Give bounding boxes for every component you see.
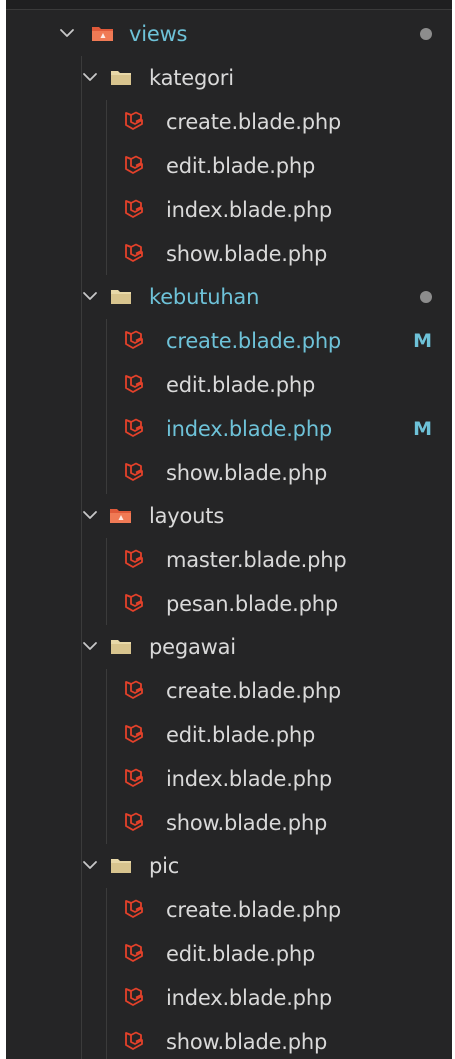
chevron-down-icon[interactable] xyxy=(81,856,99,874)
file-explorer-panel: views kategori create.blade.php edit.bla… xyxy=(6,0,452,1059)
folder-label: layouts xyxy=(149,504,225,528)
folder-label: views xyxy=(129,22,188,46)
laravel-blade-icon xyxy=(122,897,146,921)
file-item[interactable]: edit.blade.php xyxy=(6,713,452,757)
laravel-blade-icon xyxy=(122,1029,146,1053)
folder-icon xyxy=(109,636,133,656)
laravel-blade-icon xyxy=(122,766,146,790)
file-label: pesan.blade.php xyxy=(166,592,338,616)
file-item[interactable]: edit.blade.php xyxy=(6,932,452,976)
folder-pic[interactable]: pic xyxy=(6,844,452,888)
laravel-blade-icon xyxy=(122,241,146,265)
laravel-blade-icon xyxy=(122,547,146,571)
chevron-down-icon[interactable] xyxy=(81,287,99,305)
file-item[interactable]: create.blade.php M xyxy=(6,319,452,363)
file-item[interactable]: show.blade.php xyxy=(6,1020,452,1059)
laravel-blade-icon xyxy=(122,591,146,615)
chevron-down-icon[interactable] xyxy=(81,68,99,86)
laravel-blade-icon xyxy=(122,153,146,177)
file-item[interactable]: pesan.blade.php xyxy=(6,582,452,626)
folder-views[interactable]: views xyxy=(6,12,452,56)
file-label: index.blade.php xyxy=(166,767,333,791)
views-folder-icon xyxy=(91,23,115,43)
file-label: index.blade.php xyxy=(166,198,333,222)
folder-pegawai[interactable]: pegawai xyxy=(6,625,452,669)
modified-status-dot xyxy=(420,28,432,40)
folder-label: pic xyxy=(149,854,180,878)
file-label: show.blade.php xyxy=(166,242,328,266)
file-label: show.blade.php xyxy=(166,811,328,835)
laravel-blade-icon xyxy=(122,810,146,834)
layouts-folder-icon xyxy=(109,505,133,525)
laravel-blade-icon xyxy=(122,460,146,484)
file-label: edit.blade.php xyxy=(166,154,316,178)
folder-kategori[interactable]: kategori xyxy=(6,56,452,100)
folder-icon xyxy=(109,286,133,306)
laravel-blade-icon xyxy=(122,416,146,440)
file-label: show.blade.php xyxy=(166,461,328,485)
folder-icon xyxy=(109,67,133,87)
modified-badge: M xyxy=(413,330,432,352)
folder-icon xyxy=(109,855,133,875)
file-item[interactable]: master.blade.php xyxy=(6,538,452,582)
folder-label: pegawai xyxy=(149,635,236,659)
file-label: create.blade.php xyxy=(166,679,342,703)
file-label: create.blade.php xyxy=(166,329,342,353)
file-item[interactable]: create.blade.php xyxy=(6,669,452,713)
file-item[interactable]: index.blade.php xyxy=(6,757,452,801)
modified-status-dot xyxy=(420,291,432,303)
file-item[interactable]: show.blade.php xyxy=(6,232,452,276)
chevron-down-icon[interactable] xyxy=(58,24,76,42)
file-item[interactable]: index.blade.php M xyxy=(6,407,452,451)
folder-label: kebutuhan xyxy=(149,285,260,309)
file-label: edit.blade.php xyxy=(166,373,316,397)
laravel-blade-icon xyxy=(122,328,146,352)
file-label: edit.blade.php xyxy=(166,942,316,966)
chevron-down-icon[interactable] xyxy=(81,506,99,524)
file-item[interactable]: index.blade.php xyxy=(6,188,452,232)
file-label: index.blade.php xyxy=(166,986,333,1010)
file-item[interactable]: create.blade.php xyxy=(6,100,452,144)
modified-badge: M xyxy=(413,418,432,440)
laravel-blade-icon xyxy=(122,197,146,221)
file-label: master.blade.php xyxy=(166,548,347,572)
file-item[interactable]: create.blade.php xyxy=(6,888,452,932)
file-item[interactable]: index.blade.php xyxy=(6,976,452,1020)
laravel-blade-icon xyxy=(122,372,146,396)
laravel-blade-icon xyxy=(122,985,146,1009)
laravel-blade-icon xyxy=(122,678,146,702)
chevron-down-icon[interactable] xyxy=(81,637,99,655)
file-label: edit.blade.php xyxy=(166,723,316,747)
file-label: show.blade.php xyxy=(166,1030,328,1054)
folder-layouts[interactable]: layouts xyxy=(6,494,452,538)
file-item[interactable]: edit.blade.php xyxy=(6,363,452,407)
file-item[interactable]: show.blade.php xyxy=(6,451,452,495)
laravel-blade-icon xyxy=(122,109,146,133)
file-label: create.blade.php xyxy=(166,898,342,922)
file-item[interactable]: edit.blade.php xyxy=(6,144,452,188)
file-label: create.blade.php xyxy=(166,110,342,134)
folder-kebutuhan[interactable]: kebutuhan xyxy=(6,275,452,319)
file-label: index.blade.php xyxy=(166,417,333,441)
file-item[interactable]: show.blade.php xyxy=(6,801,452,845)
folder-label: kategori xyxy=(149,66,234,90)
panel-top-edge xyxy=(6,0,452,10)
laravel-blade-icon xyxy=(122,722,146,746)
laravel-blade-icon xyxy=(122,941,146,965)
